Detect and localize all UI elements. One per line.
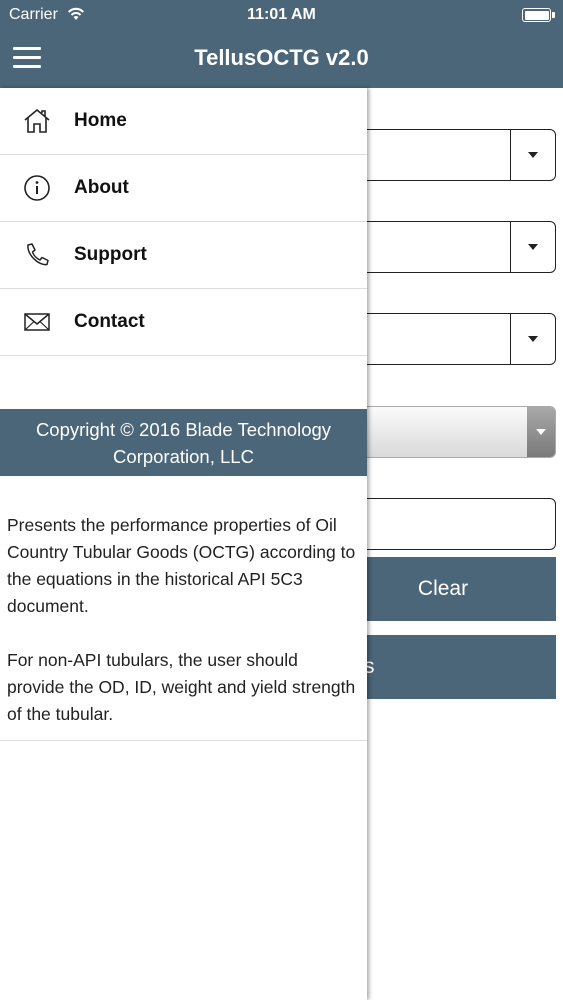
status-bar: Carrier 11:01 AM	[0, 0, 563, 30]
phone-icon	[27, 243, 49, 266]
menu-item-label: Home	[74, 110, 127, 131]
battery-icon	[522, 8, 551, 22]
menu-item-support[interactable]: Support	[0, 222, 367, 289]
battery-tip	[552, 12, 555, 18]
chevron-down-icon	[510, 222, 555, 272]
status-time: 11:01 AM	[247, 6, 316, 23]
nav-bar: TellusOCTG v2.0	[0, 30, 563, 88]
chevron-down-icon	[510, 130, 555, 180]
description-paragraph: Presents the performance properties of O…	[7, 515, 356, 616]
menu-item-label: Contact	[74, 311, 145, 332]
menu-item-home[interactable]: Home	[0, 88, 367, 155]
copyright-banner: Copyright © 2016 Blade Technology Corpor…	[0, 409, 367, 476]
app-title: TellusOCTG v2.0	[194, 45, 369, 70]
menu-item-label: Support	[74, 244, 147, 265]
envelope-icon	[24, 313, 50, 331]
description-paragraph: For non-API tubulars, the user should pr…	[7, 650, 356, 724]
app-description: Presents the performance properties of O…	[7, 512, 357, 755]
menu-item-contact[interactable]: Contact	[0, 289, 367, 356]
info-icon	[24, 175, 50, 201]
chevron-down-icon	[510, 314, 555, 364]
chevron-down-icon	[527, 407, 555, 457]
home-icon	[24, 108, 50, 133]
side-drawer: Home About Support Contact Copyright © 2…	[0, 88, 367, 1000]
divider	[0, 740, 367, 741]
menu-item-about[interactable]: About	[0, 155, 367, 222]
menu-item-label: About	[74, 177, 129, 198]
